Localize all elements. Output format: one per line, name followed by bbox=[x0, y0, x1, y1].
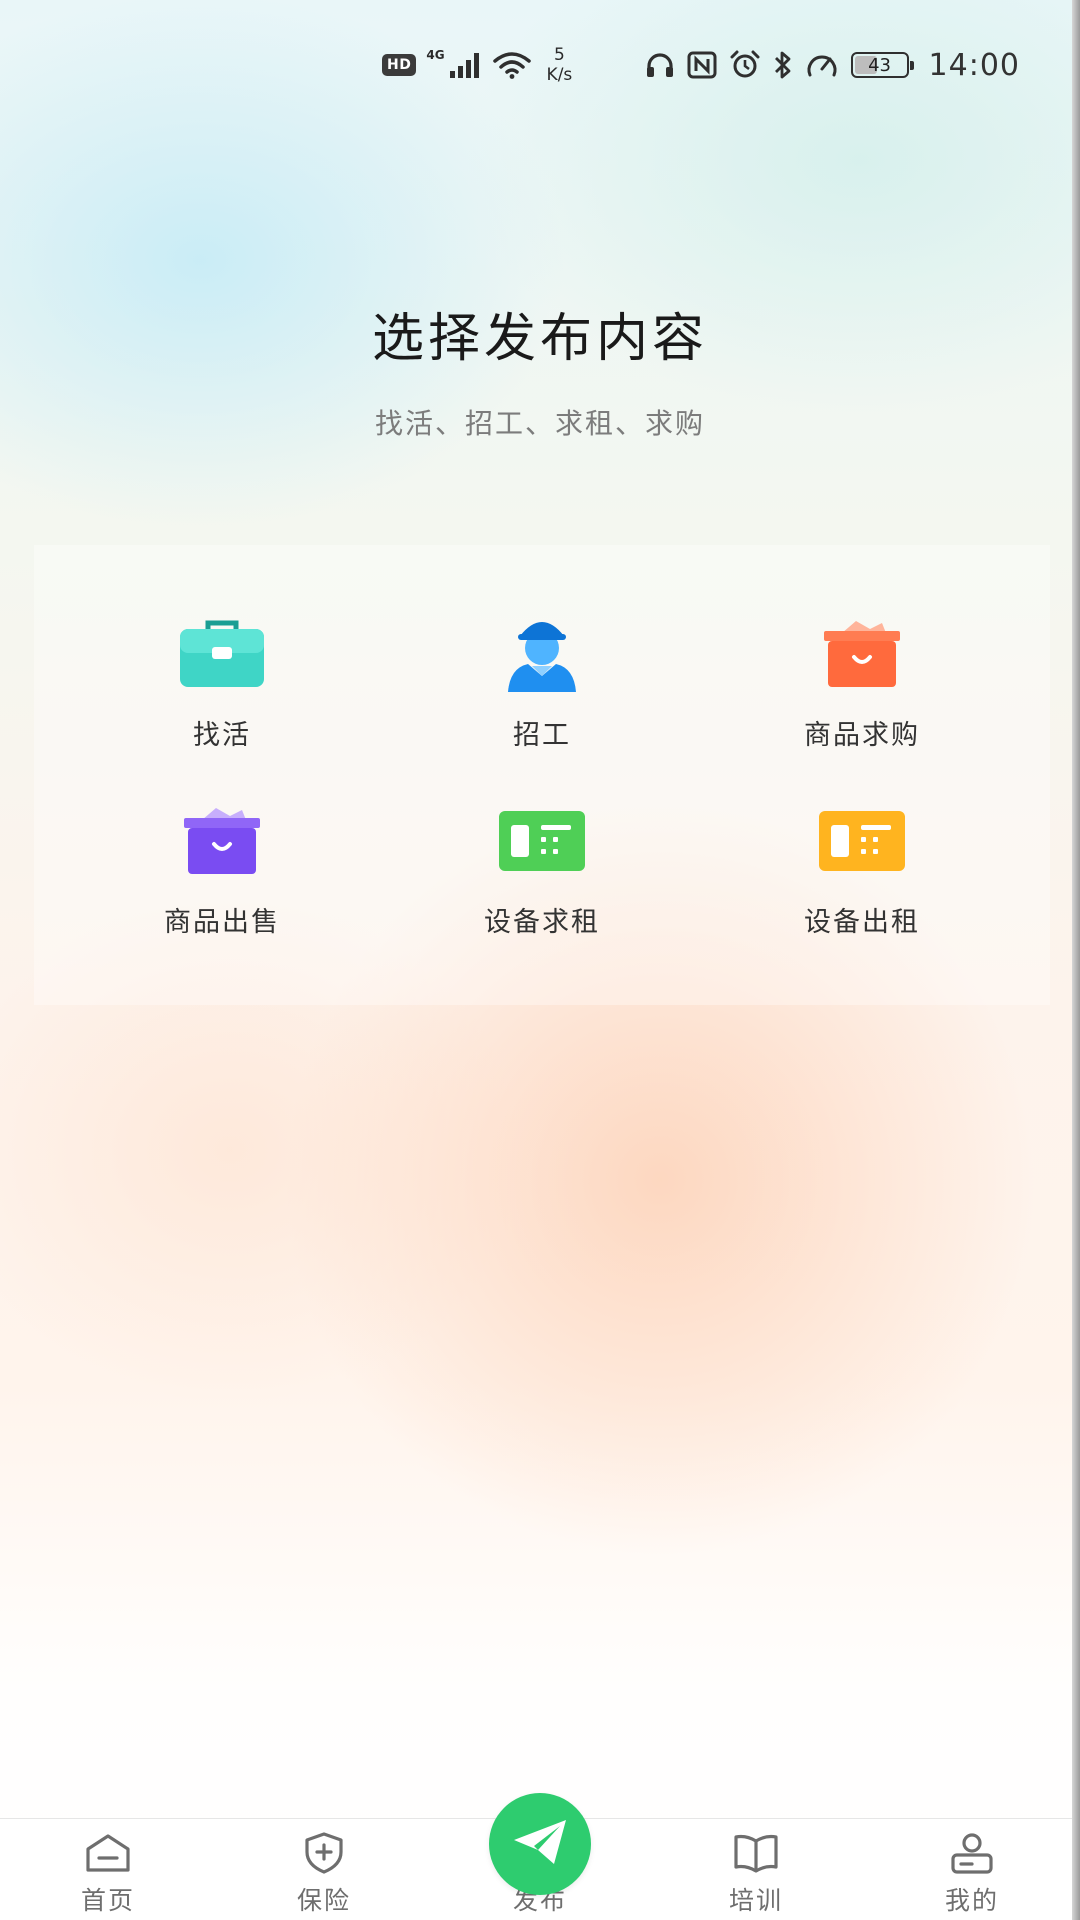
status-left: HD 4G 5 K/s bbox=[382, 40, 572, 90]
nav-label: 保险 bbox=[296, 1886, 351, 1915]
battery-level: 43 bbox=[868, 54, 891, 76]
nfc-icon bbox=[687, 51, 717, 79]
status-right: 43 14:00 bbox=[645, 40, 1020, 90]
publish-screen: HD 4G 5 K/s 43 14:00 选择发布内容 找活、招工、求租、求购 … bbox=[0, 0, 1080, 1920]
option-label: 设备出租 bbox=[804, 907, 920, 938]
nav-label: 我的 bbox=[944, 1886, 999, 1915]
headphones-icon bbox=[645, 51, 675, 79]
send-icon bbox=[510, 1816, 570, 1872]
option-find-work[interactable]: 找活 bbox=[92, 613, 352, 763]
option-label: 设备求租 bbox=[484, 907, 600, 938]
speed-gauge-icon bbox=[805, 50, 839, 80]
nav-label: 首页 bbox=[80, 1886, 135, 1915]
nav-item-home[interactable]: 首页 bbox=[38, 1819, 178, 1920]
network-speed-value: 5 bbox=[554, 45, 565, 65]
toolbox-icon bbox=[177, 613, 267, 695]
shield-plus-icon bbox=[302, 1829, 346, 1877]
home-icon bbox=[84, 1829, 132, 1877]
network-speed-unit: K/s bbox=[546, 65, 573, 85]
nav-item-mine[interactable]: 我的 bbox=[902, 1819, 1042, 1920]
option-label: 招工 bbox=[513, 720, 571, 751]
profile-icon bbox=[948, 1829, 996, 1877]
signal-icon bbox=[449, 51, 483, 79]
worker-icon bbox=[497, 613, 587, 695]
option-label: 商品求购 bbox=[804, 720, 920, 751]
equipment-card-icon bbox=[497, 800, 587, 882]
nav-label: 培训 bbox=[728, 1886, 783, 1915]
option-equipment-for-rent[interactable]: 设备出租 bbox=[732, 800, 992, 950]
option-label: 找活 bbox=[193, 720, 251, 751]
nav-item-training[interactable]: 培训 bbox=[686, 1819, 826, 1920]
shopping-box-icon bbox=[177, 800, 267, 882]
page-title: 选择发布内容 bbox=[371, 309, 708, 369]
wifi-icon bbox=[492, 51, 531, 79]
option-label: 商品出售 bbox=[164, 907, 280, 938]
option-equipment-rent-wanted[interactable]: 设备求租 bbox=[412, 800, 672, 950]
network-speed: 5 K/s bbox=[547, 45, 573, 85]
battery-icon: 43 bbox=[850, 52, 914, 78]
screen-edge bbox=[1072, 0, 1080, 1920]
status-bar: HD 4G 5 K/s 43 14:00 bbox=[0, 40, 1080, 90]
option-goods-wanted[interactable]: 商品求购 bbox=[732, 613, 992, 763]
bluetooth-icon bbox=[773, 50, 793, 80]
network-type: 4G bbox=[426, 48, 445, 62]
nav-item-insurance[interactable]: 保险 bbox=[254, 1819, 394, 1920]
option-recruit[interactable]: 招工 bbox=[412, 613, 672, 763]
page-subtitle: 找活、招工、求租、求购 bbox=[374, 407, 705, 440]
hd-badge: HD bbox=[382, 54, 417, 76]
publish-button[interactable] bbox=[489, 1793, 591, 1895]
clock: 14:00 bbox=[928, 47, 1020, 83]
alarm-icon bbox=[729, 50, 761, 80]
shopping-box-icon bbox=[817, 613, 907, 695]
book-icon bbox=[732, 1829, 780, 1877]
publish-options-card: 找活 招工 商品求购 商品出售 设备求租 设备出租 bbox=[34, 545, 1050, 1005]
equipment-card-icon bbox=[817, 800, 907, 882]
option-goods-sale[interactable]: 商品出售 bbox=[92, 800, 352, 950]
